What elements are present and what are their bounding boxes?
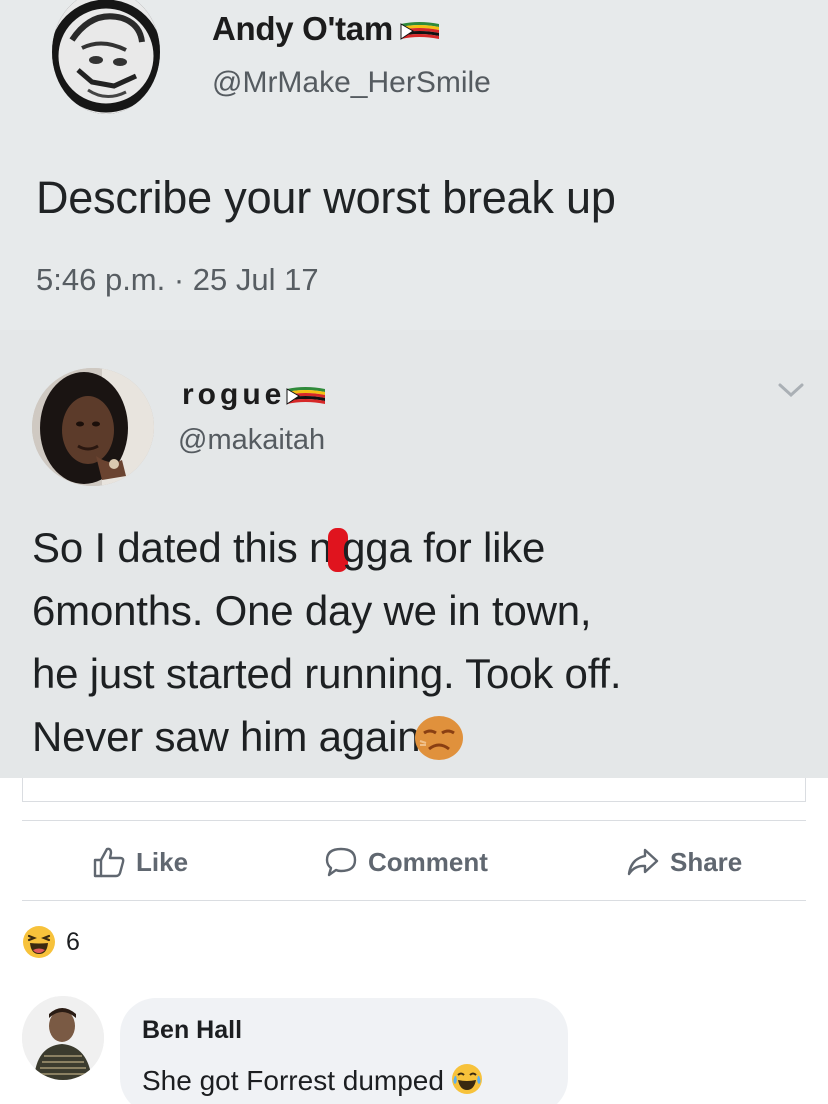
link-preview-card[interactable] [22, 778, 806, 802]
zimbabwe-flag-icon [286, 387, 326, 406]
comment-button[interactable]: Comment [324, 838, 488, 886]
tweet-timestamp: 5:46 p.m. · 25 Jul 17 [36, 262, 319, 297]
facebook-post: Andy O'tam @MrMake_HerSmile Describe you… [0, 0, 828, 1104]
share-button[interactable]: Share [626, 838, 742, 886]
reply-text-line: So I dated this n gga for like [32, 524, 546, 572]
tweet-author-handle: @MrMake_HerSmile [212, 66, 491, 99]
reply-text-line: Never saw him again [32, 705, 812, 768]
divider [22, 820, 806, 821]
share-arrow-icon [627, 848, 659, 876]
thumbs-up-icon [93, 847, 125, 878]
tweet-original: Andy O'tam @MrMake_HerSmile Describe you… [0, 0, 828, 330]
avatar-sketch-icon [52, 0, 160, 114]
tears-of-joy-emoji [451, 1064, 482, 1094]
avatar[interactable] [22, 996, 104, 1080]
reaction-count: 6 [66, 927, 80, 956]
avatar-photo-icon [32, 368, 154, 486]
comment-bubble: Ben Hall She got Forrest dumped [120, 998, 568, 1104]
tweet-author-name: Andy O'tam [212, 10, 441, 48]
divider [22, 900, 806, 901]
tweet-text: Describe your worst break up [36, 172, 616, 223]
comment-text: She got Forrest dumped [142, 1062, 484, 1097]
reply-author-name: rogue [182, 378, 327, 412]
reply-text: So I dated this n gga for like 6months. O… [32, 516, 812, 768]
chevron-down-icon[interactable] [776, 380, 806, 400]
reply-text-line: 6months. One day we in town, [32, 587, 592, 634]
zimbabwe-flag-icon [400, 22, 439, 41]
like-button[interactable]: Like [92, 838, 188, 886]
haha-reaction-icon [23, 926, 55, 958]
reply-text-line: he just started running. Took off. [32, 650, 622, 697]
disappointed-face-emoji [415, 716, 464, 760]
tweet-screenshot-image[interactable]: Andy O'tam @MrMake_HerSmile Describe you… [0, 0, 828, 778]
comment-author[interactable]: Ben Hall [142, 1016, 242, 1045]
reaction-summary[interactable]: 6 [22, 924, 80, 960]
reply-author-handle: @makaitah [178, 424, 326, 456]
speech-bubble-icon [325, 847, 357, 877]
